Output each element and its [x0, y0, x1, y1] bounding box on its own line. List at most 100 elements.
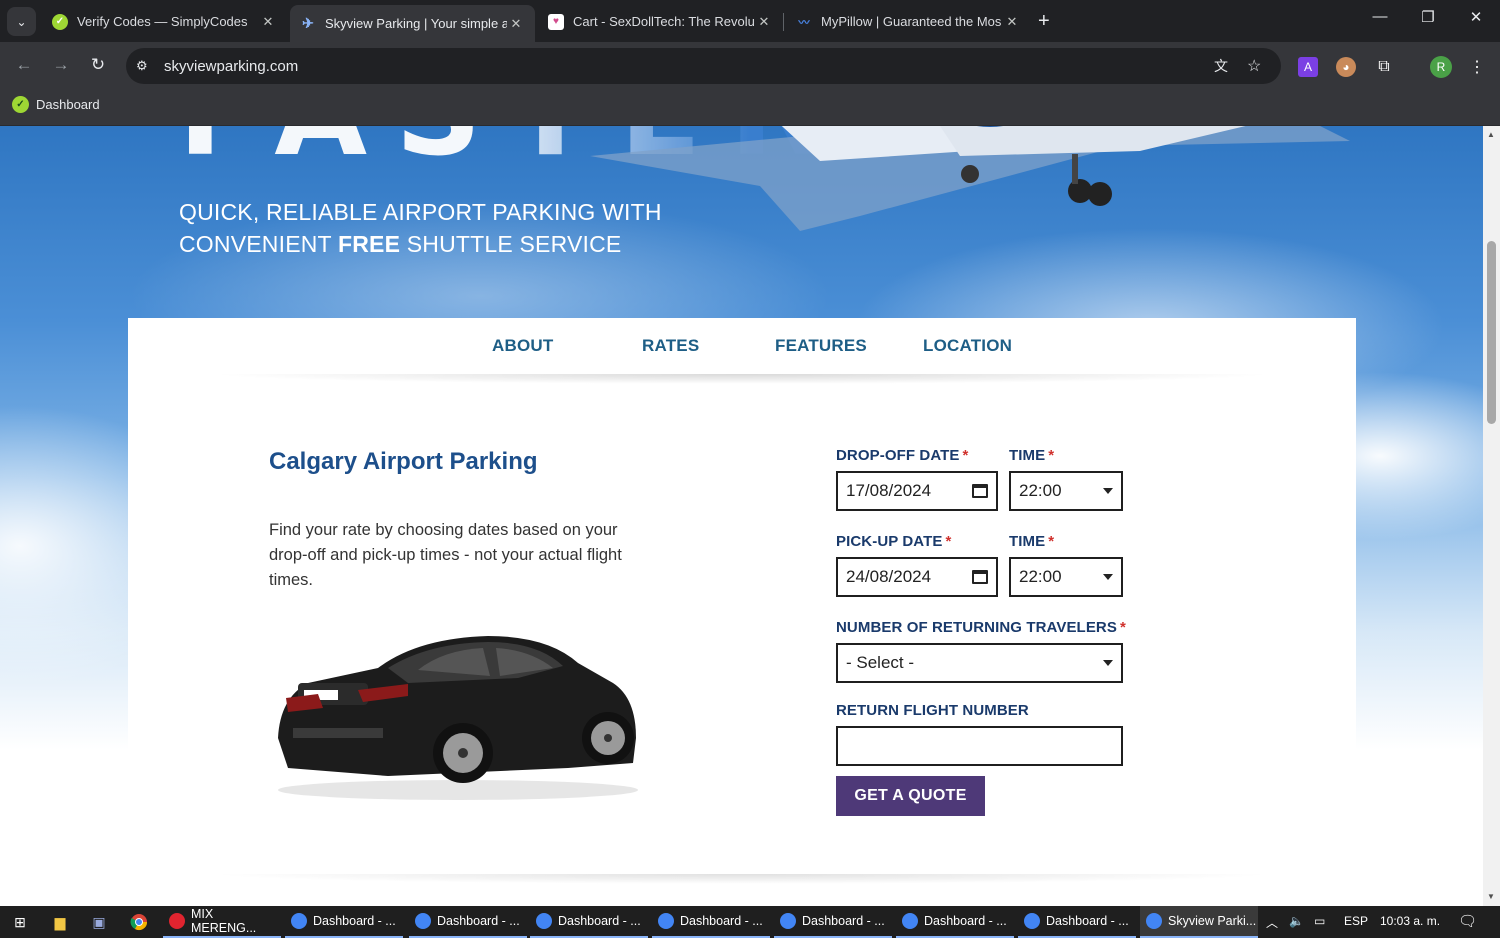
browser-toolbar: ← → ↻ ⚙ skyviewparking.com 文 ☆ A ◕ ⧉ R ⋮: [0, 42, 1500, 90]
taskbar-app-dashboard[interactable]: Dashboard - ...: [652, 906, 770, 938]
restore-button[interactable]: ❐: [1405, 8, 1451, 26]
windows-start-icon[interactable]: ⊞: [10, 912, 30, 932]
flight-number-label: RETURN FLIGHT NUMBER: [836, 702, 1029, 719]
chrome-icon[interactable]: [129, 912, 149, 932]
address-bar[interactable]: ⚙ skyviewparking.com 文 ☆: [126, 48, 1281, 84]
bookmark-star-icon[interactable]: ☆: [1247, 56, 1261, 76]
dashboard-favicon-icon: ✓: [12, 96, 29, 113]
close-window-button[interactable]: ✕: [1453, 8, 1499, 26]
nav-about[interactable]: ABOUT: [492, 336, 553, 356]
tray-chevron-up-icon[interactable]: ︿: [1266, 914, 1278, 931]
pickup-time-label: TIME *: [1009, 533, 1055, 550]
tab-separator: [783, 13, 784, 31]
flight-number-input[interactable]: [836, 726, 1123, 766]
pickup-time-select[interactable]: 22:00: [1009, 557, 1123, 597]
profile-avatar[interactable]: R: [1430, 56, 1452, 78]
calendar-icon[interactable]: [972, 484, 988, 498]
taskbar-app-skyview[interactable]: Skyview Parki...: [1140, 906, 1258, 938]
url-text[interactable]: skyviewparking.com: [164, 58, 298, 75]
bookmark-dashboard[interactable]: ✓ Dashboard: [12, 96, 100, 113]
bookmarks-bar: ✓ Dashboard: [0, 90, 1500, 126]
scroll-up-icon[interactable]: ▲: [1487, 130, 1495, 139]
language-indicator[interactable]: ESP: [1344, 914, 1368, 928]
back-button[interactable]: ←: [12, 55, 36, 75]
hero-tagline: QUICK, RELIABLE AIRPORT PARKING WITH CON…: [179, 199, 662, 257]
menu-kebab-icon[interactable]: ⋮: [1467, 57, 1487, 77]
nav-features[interactable]: FEATURES: [775, 336, 867, 356]
chrome-icon: [291, 913, 307, 929]
taskbar-app-dashboard[interactable]: Dashboard - ...: [896, 906, 1014, 938]
dropoff-time-label: TIME *: [1009, 447, 1055, 464]
booking-card: ABOUT RATES FEATURES LOCATION Calgary Ai…: [128, 318, 1356, 906]
extension-a-icon[interactable]: A: [1298, 57, 1318, 77]
forward-button[interactable]: →: [49, 55, 73, 75]
scroll-thumb[interactable]: [1487, 241, 1496, 424]
cart-favicon-icon: ♥: [548, 13, 564, 30]
page-title: Calgary Airport Parking: [269, 448, 538, 475]
intro-text: Find your rate by choosing dates based o…: [269, 521, 622, 589]
scroll-down-icon[interactable]: ▼: [1487, 892, 1495, 901]
minimize-button[interactable]: —: [1357, 8, 1403, 25]
pickup-date-label: PICK-UP DATE *: [836, 533, 952, 550]
dropoff-date-input[interactable]: 17/08/2024: [836, 471, 998, 511]
extension-face-icon[interactable]: ◕: [1336, 57, 1356, 77]
taskbar-app-dashboard[interactable]: Dashboard - ...: [1018, 906, 1136, 938]
chrome-icon: [415, 913, 431, 929]
chrome-icon: [902, 913, 918, 929]
translate-icon[interactable]: 文: [1214, 56, 1228, 76]
file-explorer-icon[interactable]: ▆: [50, 912, 70, 932]
taskbar-app-opera[interactable]: MIX MERENG...: [163, 906, 281, 938]
tab-skyview-parking[interactable]: ✈ Skyview Parking | Your simple a ✕: [290, 5, 535, 42]
volume-icon[interactable]: 🔈: [1289, 914, 1304, 928]
travelers-label: NUMBER OF RETURNING TRAVELERS *: [836, 619, 1126, 636]
windows-taskbar: ⊞ ▆ ▣ MIX MERENG... Dashboard - ... Dash…: [0, 906, 1500, 938]
tab-close-icon[interactable]: ✕: [507, 16, 525, 32]
dropoff-date-label: DROP-OFF DATE *: [836, 447, 969, 464]
nav-divider: [208, 374, 1276, 384]
tab-close-icon[interactable]: ✕: [755, 14, 773, 30]
section-divider: [208, 874, 1276, 884]
calendar-icon[interactable]: [972, 570, 988, 584]
skyview-favicon-icon: ✈: [302, 15, 314, 31]
section-nav: ABOUT RATES FEATURES LOCATION: [128, 318, 1356, 376]
dropoff-time-select[interactable]: 22:00: [1009, 471, 1123, 511]
nav-rates[interactable]: RATES: [642, 336, 699, 356]
taskbar-app-dashboard[interactable]: Dashboard - ...: [530, 906, 648, 938]
tab-close-icon[interactable]: ✕: [259, 14, 277, 30]
airplane-image: [590, 126, 1350, 231]
tab-close-icon[interactable]: ✕: [1003, 14, 1021, 30]
chrome-icon: [1146, 913, 1162, 929]
travelers-select[interactable]: - Select -: [836, 643, 1123, 683]
site-info-icon[interactable]: ⚙: [136, 58, 148, 74]
get-quote-button[interactable]: GET A QUOTE: [836, 776, 985, 816]
chrome-icon: [1024, 913, 1040, 929]
browser-tabstrip: ⌄ ✓ Verify Codes — SimplyCodes ✕ ✈ Skyvi…: [0, 0, 1500, 42]
nav-location[interactable]: LOCATION: [923, 336, 1012, 356]
clock[interactable]: 10:03 a. m.: [1380, 914, 1440, 928]
chevron-down-icon: [1103, 488, 1113, 494]
store-icon[interactable]: ▣: [89, 912, 109, 932]
chrome-icon: [536, 913, 552, 929]
pickup-date-input[interactable]: 24/08/2024: [836, 557, 998, 597]
page-viewport: FASTER QUICK, RELIABLE AIRPORT PARKING W…: [0, 126, 1483, 906]
taskbar-app-dashboard[interactable]: Dashboard - ...: [409, 906, 527, 938]
chrome-icon: [780, 913, 796, 929]
network-icon[interactable]: ▭: [1314, 914, 1325, 928]
notifications-icon[interactable]: 🗨: [1458, 912, 1477, 930]
tab-cart[interactable]: ♥ Cart - SexDollTech: The Revoluti ✕: [538, 5, 783, 38]
page-scrollbar[interactable]: ▲ ▼: [1483, 126, 1500, 906]
extensions-puzzle-icon[interactable]: ⧉: [1374, 57, 1394, 77]
tab-search-button[interactable]: ⌄: [7, 7, 36, 36]
taskbar-app-dashboard[interactable]: Dashboard - ...: [774, 906, 892, 938]
chevron-down-icon: [1103, 574, 1113, 580]
chrome-icon: [658, 913, 674, 929]
opera-icon: [169, 913, 185, 929]
taskbar-app-dashboard[interactable]: Dashboard - ...: [285, 906, 403, 938]
reload-button[interactable]: ↻: [86, 55, 110, 75]
mypillow-favicon-icon: 〰: [798, 16, 810, 29]
chevron-down-icon: [1103, 660, 1113, 666]
tab-verify-codes[interactable]: ✓ Verify Codes — SimplyCodes ✕: [42, 5, 287, 38]
tab-mypillow[interactable]: 〰 MyPillow | Guaranteed the Mos ✕: [786, 5, 1031, 38]
new-tab-button[interactable]: +: [1038, 10, 1050, 33]
car-image: [278, 636, 638, 800]
